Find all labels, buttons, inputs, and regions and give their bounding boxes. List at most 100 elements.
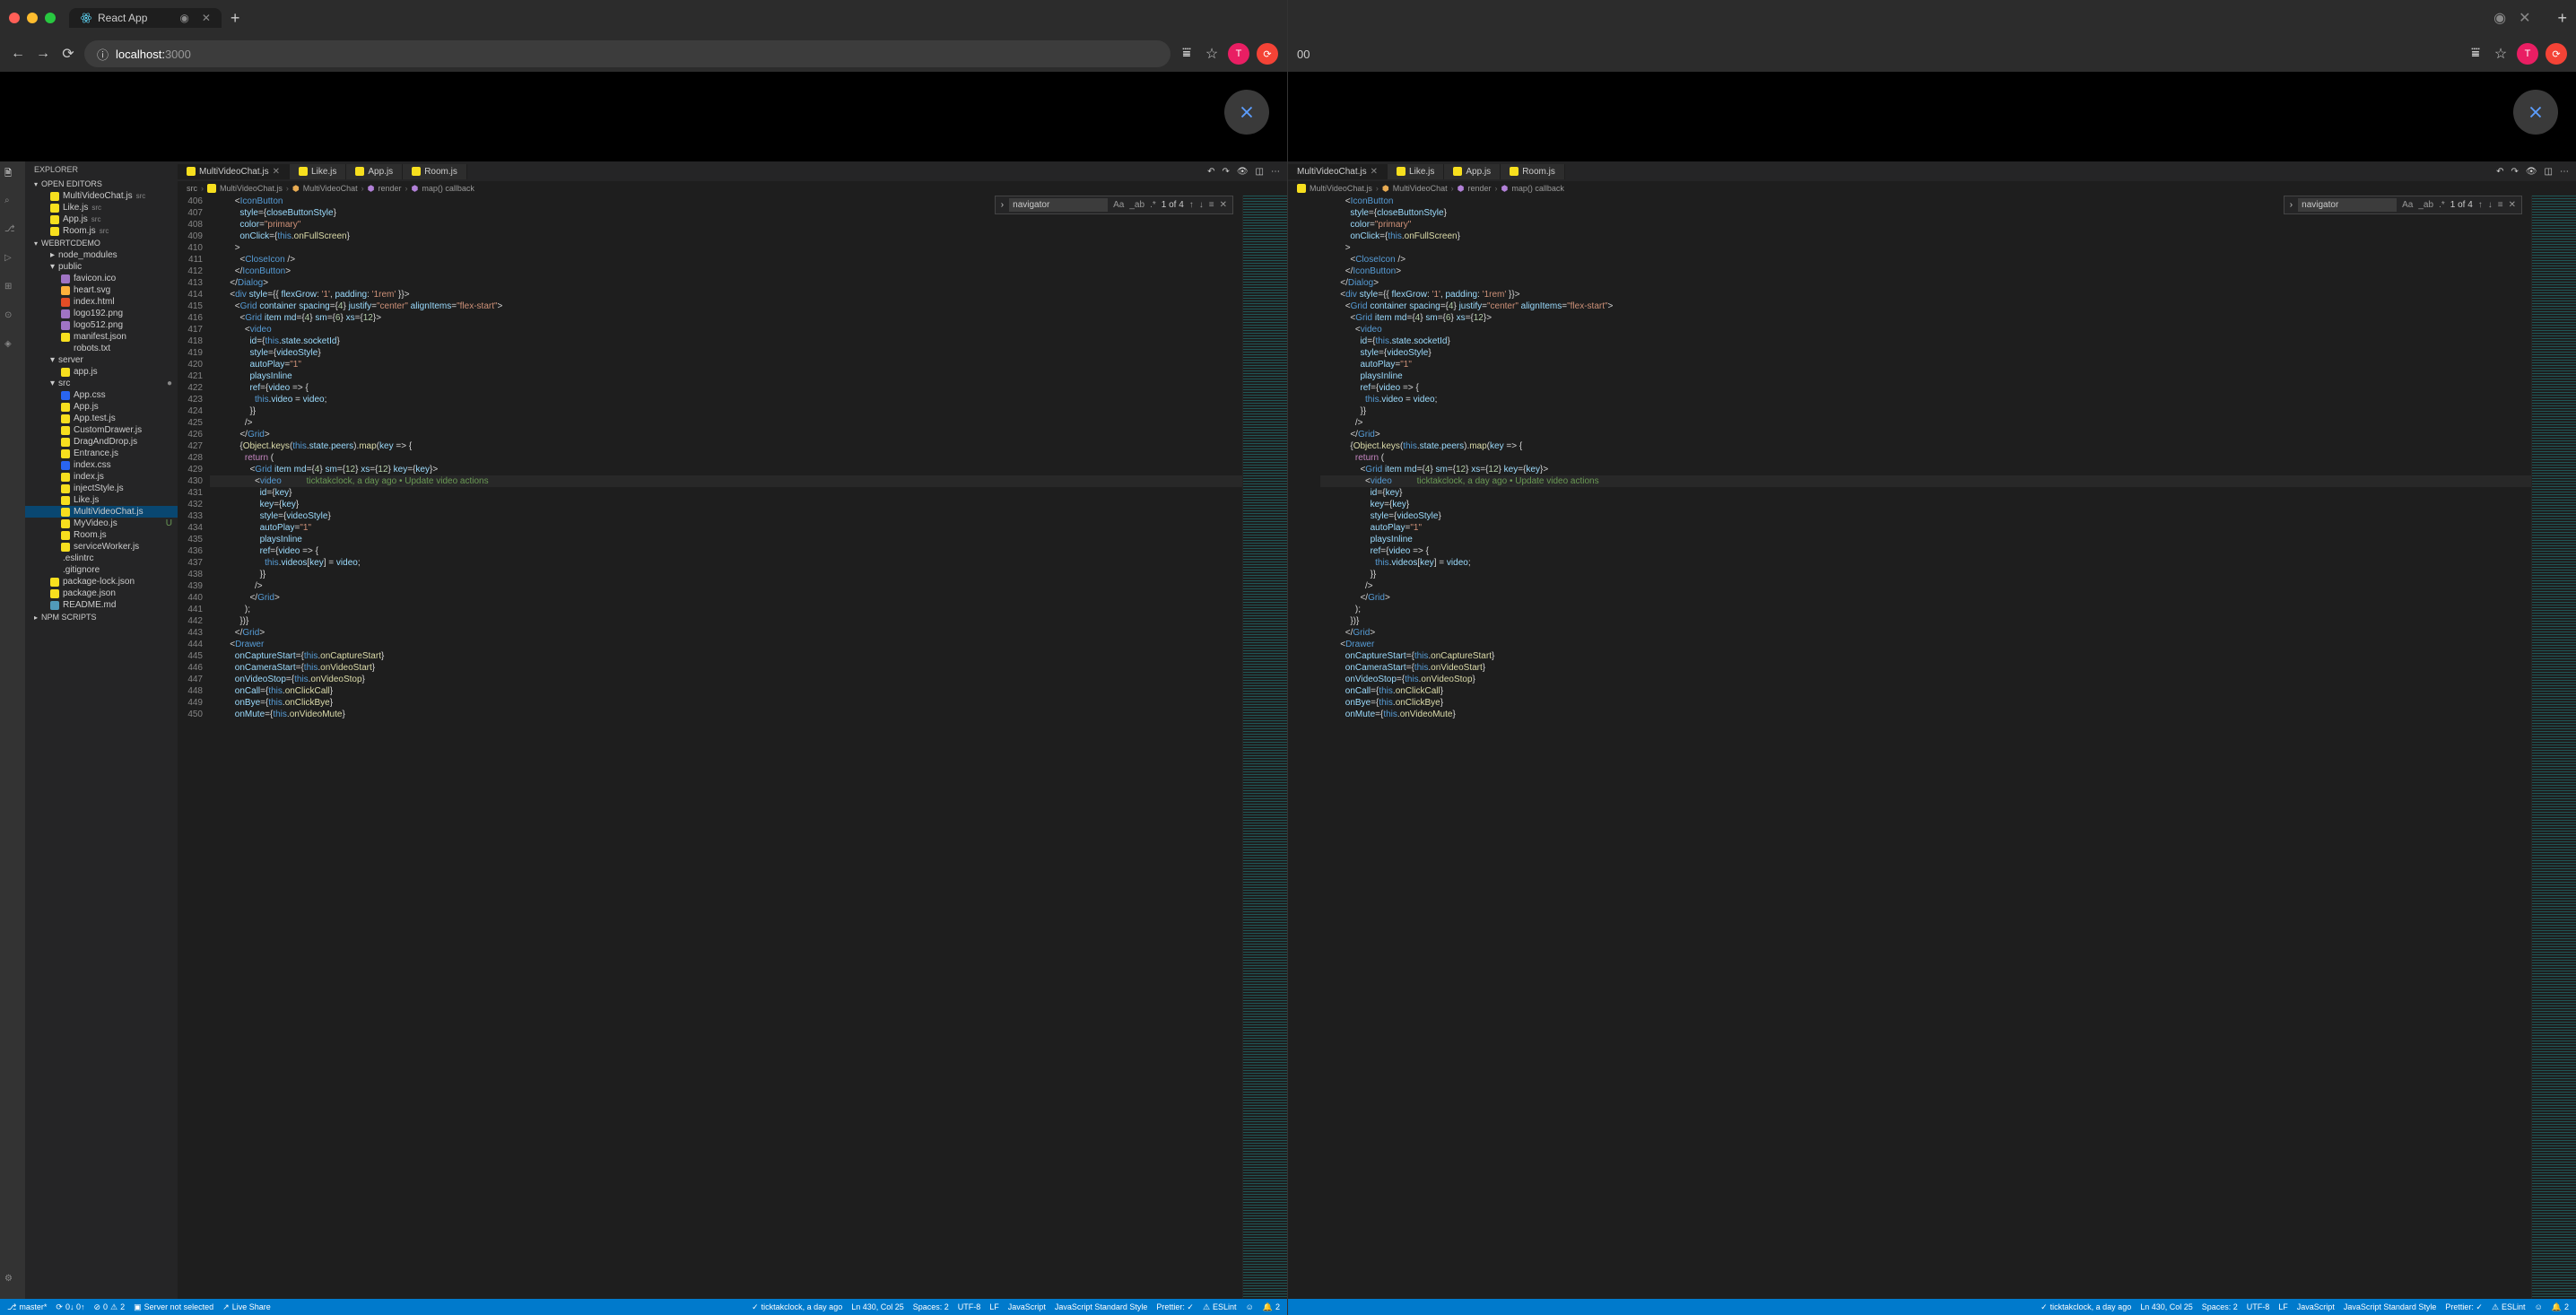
- breadcrumbs[interactable]: src› MultiVideoChat.js› ⬢MultiVideoChat›…: [178, 181, 1287, 196]
- live-share[interactable]: ↗ Live Share: [222, 1302, 271, 1312]
- file-item[interactable]: README.md: [25, 599, 178, 611]
- sync-avatar[interactable]: ⟳: [1257, 43, 1278, 65]
- word-icon[interactable]: _ab: [1129, 200, 1144, 210]
- npm-scripts-section[interactable]: NPM SCRIPTS: [25, 611, 178, 623]
- file-item[interactable]: favicon.ico: [25, 273, 178, 284]
- eol[interactable]: LF: [989, 1302, 999, 1312]
- explorer-icon[interactable]: 🗎: [4, 167, 21, 183]
- code-editor[interactable]: › Aa_ab.* 1 of 4 ↑↓≡✕ <IconButton style=…: [1288, 196, 2576, 1299]
- profile-avatar[interactable]: T: [2517, 43, 2538, 65]
- debug-icon[interactable]: ▷: [4, 253, 21, 269]
- split-icon[interactable]: ◫: [1256, 167, 1264, 177]
- editor-tab[interactable]: Like.js: [1388, 164, 1444, 179]
- code-content[interactable]: <IconButton style={closeButtonStyle} col…: [1320, 196, 2531, 1299]
- settings-icon[interactable]: ⚙: [4, 1274, 21, 1290]
- sync-avatar[interactable]: ⟳: [2546, 43, 2567, 65]
- remote-icon[interactable]: ⊙: [4, 310, 21, 327]
- extensions-icon[interactable]: ⊞: [4, 282, 21, 298]
- selection-icon[interactable]: ≡: [1209, 200, 1214, 210]
- bookmark-icon[interactable]: ☆: [2492, 45, 2510, 63]
- url-bar[interactable]: ⓘ localhost:3000: [84, 40, 1171, 67]
- server-status[interactable]: ▣ Server not selected: [134, 1302, 213, 1312]
- open-editor-item[interactable]: MultiVideoChat.js src: [25, 190, 178, 202]
- find-toggle-icon[interactable]: ›: [1001, 200, 1004, 210]
- file-item[interactable]: App.css: [25, 389, 178, 401]
- standard[interactable]: JavaScript Standard Style: [1055, 1302, 1148, 1312]
- go-forward-icon[interactable]: ↷: [1222, 167, 1229, 177]
- problems[interactable]: ⊘0 ⚠2: [93, 1302, 125, 1312]
- minimap[interactable]: [2531, 196, 2576, 1299]
- reload-button[interactable]: ⟳: [59, 45, 77, 63]
- editor-tab[interactable]: MultiVideoChat.js✕: [1288, 164, 1388, 179]
- editor-tab[interactable]: Room.js: [1501, 164, 1565, 179]
- file-item[interactable]: CustomDrawer.js: [25, 424, 178, 436]
- find-input[interactable]: [2298, 198, 2397, 212]
- search-icon[interactable]: ⌕: [4, 196, 21, 212]
- next-icon[interactable]: ↓: [1199, 200, 1204, 210]
- git-sync[interactable]: ⟳ 0↓ 0↑: [56, 1302, 84, 1312]
- editor-tab[interactable]: MultiVideoChat.js✕: [178, 164, 290, 179]
- profile-avatar[interactable]: T: [1228, 43, 1249, 65]
- open-editors-section[interactable]: OPEN EDITORS: [25, 178, 178, 190]
- eslint[interactable]: ⚠ ESLint: [1203, 1302, 1237, 1312]
- close-dialog-button[interactable]: [2513, 90, 2558, 135]
- indent[interactable]: Spaces: 2: [913, 1302, 949, 1312]
- editor-tab[interactable]: App.js: [346, 164, 403, 179]
- close-window[interactable]: [9, 13, 20, 23]
- file-item-active[interactable]: MultiVideoChat.js: [25, 506, 178, 518]
- prev-icon[interactable]: ↑: [1189, 200, 1194, 210]
- code-editor[interactable]: › Aa _ab .* 1 of 4 ↑ ↓ ≡ ✕ 4064074084094…: [178, 196, 1287, 1299]
- new-tab-button[interactable]: +: [2557, 9, 2567, 28]
- maximize-window[interactable]: [45, 13, 56, 23]
- regex-icon[interactable]: .*: [1150, 200, 1156, 210]
- file-item[interactable]: heart.svg: [25, 284, 178, 296]
- case-icon[interactable]: Aa: [1113, 200, 1124, 210]
- editor-tab[interactable]: Room.js: [403, 164, 467, 179]
- cursor-pos[interactable]: Ln 430, Col 25: [851, 1302, 904, 1312]
- file-item[interactable]: Like.js: [25, 494, 178, 506]
- notifications[interactable]: 🔔 2: [1263, 1302, 1280, 1312]
- close-tab-icon[interactable]: ✕: [2519, 9, 2530, 27]
- file-item[interactable]: App.test.js: [25, 413, 178, 424]
- back-button[interactable]: ←: [9, 45, 27, 63]
- editor-tab[interactable]: App.js: [1444, 164, 1501, 179]
- file-item[interactable]: index.html: [25, 296, 178, 308]
- file-item[interactable]: .eslintrc: [25, 553, 178, 564]
- file-item[interactable]: App.js: [25, 401, 178, 413]
- bookmark-icon[interactable]: ☆: [1203, 45, 1221, 63]
- folder-public[interactable]: ▾ public: [25, 261, 178, 273]
- prettier[interactable]: Prettier: ✓: [1156, 1302, 1194, 1312]
- file-item[interactable]: logo192.png: [25, 308, 178, 319]
- encoding[interactable]: UTF-8: [958, 1302, 981, 1312]
- file-item[interactable]: injectStyle.js: [25, 483, 178, 494]
- file-item[interactable]: package-lock.json: [25, 576, 178, 588]
- editor-tab[interactable]: Like.js: [290, 164, 346, 179]
- source-control-icon[interactable]: ⎇: [4, 224, 21, 240]
- translate-icon[interactable]: ⩸: [1178, 45, 1196, 63]
- file-item[interactable]: .gitignore: [25, 564, 178, 576]
- close-find-icon[interactable]: ✕: [1220, 200, 1227, 210]
- feedback-icon[interactable]: ☺: [1246, 1302, 1254, 1312]
- git-blame[interactable]: ✓ ticktakclock, a day ago: [752, 1302, 842, 1312]
- project-section[interactable]: WEBRTCDEMO: [25, 237, 178, 249]
- file-item[interactable]: logo512.png: [25, 319, 178, 331]
- file-item[interactable]: serviceWorker.js: [25, 541, 178, 553]
- folder-node-modules[interactable]: ▸ node_modules: [25, 249, 178, 261]
- close-tab-icon[interactable]: ✕: [202, 12, 211, 24]
- go-back-icon[interactable]: ↶: [1207, 167, 1214, 177]
- more-icon[interactable]: ⋯: [1271, 167, 1280, 177]
- folder-server[interactable]: ▾ server: [25, 354, 178, 366]
- git-branch[interactable]: ⎇ master*: [7, 1302, 47, 1312]
- minimize-window[interactable]: [27, 13, 38, 23]
- file-item[interactable]: Entrance.js: [25, 448, 178, 459]
- file-item[interactable]: Room.js: [25, 529, 178, 541]
- file-item[interactable]: app.js: [25, 366, 178, 378]
- file-item[interactable]: index.js: [25, 471, 178, 483]
- open-editor-item[interactable]: Room.js src: [25, 225, 178, 237]
- open-editor-item[interactable]: Like.js src: [25, 202, 178, 213]
- browser-tab[interactable]: React App ◉ ✕: [69, 8, 222, 28]
- forward-button[interactable]: →: [34, 45, 52, 63]
- find-input[interactable]: [1009, 198, 1108, 212]
- git-blame[interactable]: ✓ ticktakclock, a day ago: [2041, 1302, 2131, 1312]
- breadcrumbs[interactable]: MultiVideoChat.js› ⬢MultiVideoChat› ⬢ren…: [1288, 181, 2576, 196]
